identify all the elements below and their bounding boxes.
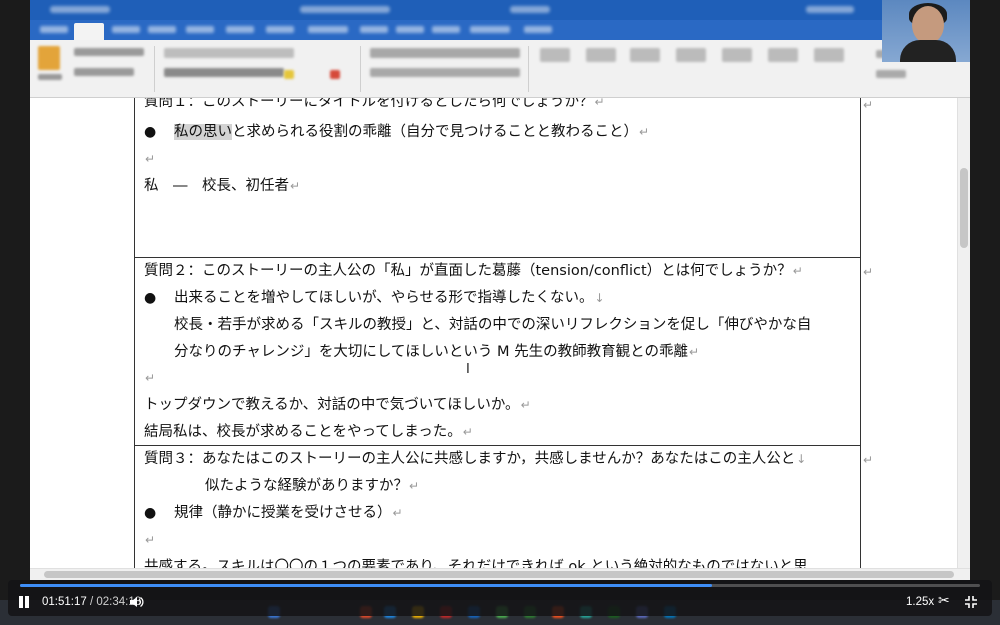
bullet-icon: ● [144,124,157,140]
scissors-icon[interactable]: ✂ [938,593,950,609]
end-of-row-mark: ↵ [863,453,874,467]
q2-bullet-line2: 校長・若手が求める「スキルの教授」と、対話の中での深いリフレクションを促し「伸び… [174,317,812,333]
webcam-thumbnail [882,0,970,62]
exit-fullscreen-icon[interactable] [964,594,978,608]
q3-bullet: 規律（静かに授業を受けさせる）↵ [174,505,403,521]
ribbon-toolbar [30,40,970,98]
paragraph-mark: ↵ [145,371,156,385]
q1-bullet: 私の思いと求められる役割の乖離（自分で見つけることと教わること）↵ [174,124,650,140]
playback-speed-button[interactable]: 1.25x [906,596,934,608]
paragraph-mark: ↵ [145,152,156,166]
volume-icon[interactable] [128,594,144,610]
bullet-icon: ● [144,290,157,306]
q2-bullet-line3: 分なりのチャレンジ」を大切にしてほしいという M 先生の教師教育観との乖離↵ [174,344,700,360]
paragraph-mark: ↵ [145,533,156,547]
q1-answer: 私 ― 校長、初任者↵ [144,178,301,194]
table-row-divider [135,445,860,446]
text-cursor-icon: I [466,362,470,377]
seek-bar-played [20,584,713,587]
q2-answer-1: トップダウンで教えるか、対話の中で気づいてほしいか。↵ [144,397,531,413]
q3-question-cont: 似たような経験がありますか？↵ [205,478,420,494]
q1-question: 質問１：このストーリーにタイトルを付けるとしたら何でしょうか？↵ [144,98,605,110]
q3-answer-partial: 共感する。スキルは〇〇の１つの要素であり、それだけできれば ok という絶対的な… [144,559,808,568]
pause-icon[interactable] [18,596,30,608]
video-player-controls: 01:51:17 / 02:34:18 1.25x ✂ [8,580,992,616]
horizontal-scrollbar[interactable] [30,568,970,580]
end-of-row-mark: ↵ [863,98,874,112]
seek-bar[interactable] [20,584,980,587]
ribbon-tabs [30,20,970,40]
q2-question: 質問２：このストーリーの主人公の「私」が直面した葛藤（tension/confl… [144,263,803,279]
vertical-scrollbar[interactable] [957,98,970,568]
q2-answer-2: 結局私は、校長が求めることをやってしまった。↵ [144,424,473,440]
question-table: 質問１：このストーリーにタイトルを付けるとしたら何でしょうか？↵ ● 私の思いと… [134,98,861,568]
bullet-icon: ● [144,505,157,521]
q2-bullet: 出来ることを増やしてほしいが、やらせる形で指導したくない。↓ [174,290,605,306]
tab-home[interactable] [74,23,104,40]
table-row-divider [135,257,860,258]
end-of-row-mark: ↵ [863,265,874,279]
q3-question: 質問３：あなたはこのストーリーの主人公に共感しますか，共感しませんか？あなたはこ… [144,451,807,467]
time-display: 01:51:17 / 02:34:18 [42,596,142,608]
current-time: 01:51:17 [42,596,87,608]
word-title-bar [30,0,970,20]
